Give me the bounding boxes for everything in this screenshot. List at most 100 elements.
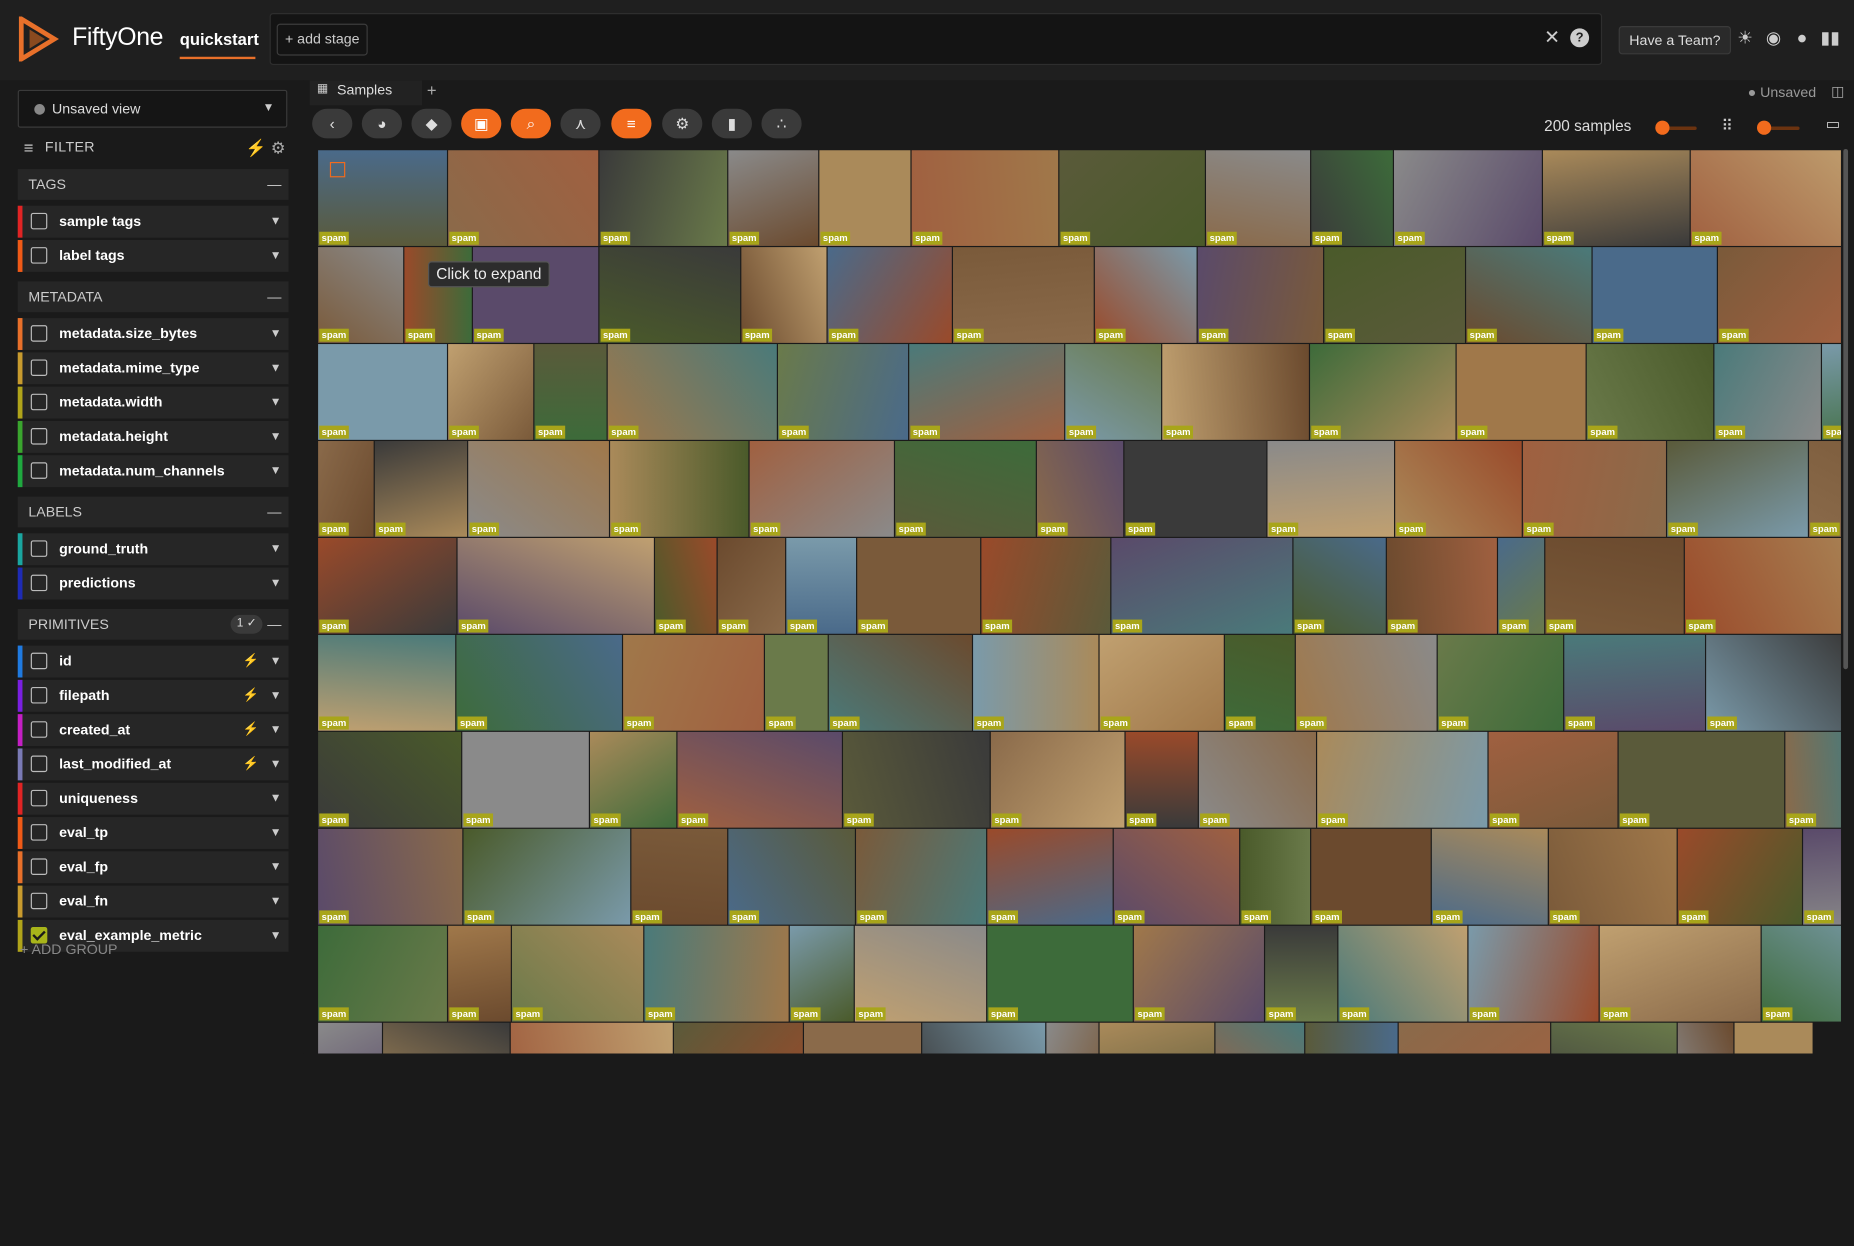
sample-tile[interactable]: spam xyxy=(1324,247,1465,343)
sample-tile[interactable]: spam xyxy=(1317,731,1488,828)
field-checkbox[interactable] xyxy=(30,462,48,479)
sample-tile[interactable]: spam xyxy=(1717,247,1841,343)
sample-tile[interactable]: spam xyxy=(677,731,842,828)
zoom-slider-knob[interactable] xyxy=(1655,120,1670,135)
add-panel-button[interactable]: + xyxy=(427,80,437,99)
sample-tile[interactable]: spam xyxy=(457,537,654,634)
sidebar-toggle-icon[interactable]: ▭ xyxy=(1826,115,1841,134)
grid-size-slider[interactable] xyxy=(1757,120,1800,135)
field-last-modified-at[interactable]: last_modified_at ⚡ ▼ xyxy=(17,748,289,781)
zoom-slider[interactable] xyxy=(1655,120,1697,135)
gear-icon[interactable]: ⚙ xyxy=(271,138,286,158)
sample-tile[interactable]: spam xyxy=(828,634,972,731)
sample-tile[interactable]: spam xyxy=(655,537,717,634)
grid-size-icon[interactable]: ⠿ xyxy=(1722,117,1733,136)
layout-icon[interactable]: ◫ xyxy=(1831,83,1844,100)
field-checkbox[interactable] xyxy=(30,359,48,376)
sample-tile[interactable]: spam xyxy=(1488,731,1618,828)
dataset-name[interactable]: quickstart xyxy=(180,30,259,49)
sample-tile[interactable] xyxy=(1734,1022,1813,1054)
sample-tile[interactable]: spam xyxy=(1714,344,1821,440)
sample-tile[interactable]: spam xyxy=(448,925,511,1022)
sample-tile[interactable]: spam xyxy=(1785,731,1841,828)
chevron-down-icon[interactable]: ▼ xyxy=(270,352,282,384)
group-header-metadata[interactable]: METADATA — xyxy=(17,281,289,313)
sample-tile[interactable]: spam xyxy=(1684,537,1841,634)
field-checkbox[interactable] xyxy=(30,858,48,875)
field-metadata-mime-type[interactable]: metadata.mime_type ▼ xyxy=(17,352,289,385)
chevron-down-icon[interactable]: ▼ xyxy=(270,387,282,419)
collapse-icon[interactable]: — xyxy=(267,281,281,312)
sample-tile[interactable]: spam xyxy=(448,344,534,440)
sample-tile[interactable]: spam xyxy=(819,150,911,246)
sample-tile[interactable]: spam xyxy=(1498,537,1545,634)
sample-tile[interactable]: spam xyxy=(843,731,990,828)
sample-tile[interactable]: spam xyxy=(1267,441,1395,537)
chevron-down-icon[interactable]: ▼ xyxy=(270,421,282,453)
chevron-down-icon[interactable]: ▼ xyxy=(270,455,282,487)
sample-tile[interactable]: spam xyxy=(749,441,894,537)
field-checkbox[interactable] xyxy=(30,428,48,445)
sample-tile[interactable]: spam xyxy=(448,150,599,246)
sample-tile[interactable]: spam xyxy=(911,150,1059,246)
sample-tile[interactable]: spam xyxy=(456,634,622,731)
clear-stages-icon[interactable]: ✕ xyxy=(1544,26,1560,50)
back-button[interactable]: ‹ xyxy=(312,108,353,139)
group-header-tags[interactable]: TAGS — xyxy=(17,169,289,200)
sample-tile[interactable] xyxy=(1551,1022,1677,1054)
sample-tile[interactable] xyxy=(1099,1022,1215,1054)
discord-icon[interactable]: ◉ xyxy=(1763,28,1784,49)
sample-tile[interactable] xyxy=(922,1022,1046,1054)
sample-tile[interactable]: spam xyxy=(1809,441,1841,537)
sample-tile[interactable]: spam xyxy=(952,247,1094,343)
sample-tile[interactable]: spam xyxy=(318,634,456,731)
sample-tile[interactable]: spam xyxy=(1395,441,1522,537)
group-header-labels[interactable]: LABELS — xyxy=(17,496,289,528)
sample-tile[interactable]: spam xyxy=(1667,441,1808,537)
collapse-icon[interactable]: — xyxy=(267,169,281,200)
field-checkbox[interactable] xyxy=(30,212,48,230)
add-stage-button[interactable]: + add stage xyxy=(276,23,368,56)
field-id[interactable]: id ⚡ ▼ xyxy=(17,645,289,678)
search-icon[interactable]: ⌕ xyxy=(510,108,551,139)
sample-tile[interactable]: spam xyxy=(1386,537,1497,634)
chevron-down-icon[interactable]: ▼ xyxy=(270,714,282,746)
sample-tile[interactable]: spam xyxy=(318,731,462,828)
sample-tile[interactable] xyxy=(318,1022,382,1054)
sample-tile[interactable]: spam xyxy=(1690,150,1841,246)
sample-tile[interactable]: spam xyxy=(1338,925,1468,1022)
field-checkbox[interactable] xyxy=(30,755,48,773)
sample-tile[interactable]: spam xyxy=(1456,344,1586,440)
sample-tile[interactable]: spam xyxy=(856,828,987,925)
sample-tile[interactable]: spam xyxy=(1548,828,1677,925)
sample-tile[interactable]: spam xyxy=(599,247,741,343)
collapse-icon[interactable]: — xyxy=(267,609,281,640)
field-sample-tags[interactable]: sample tags ▼ xyxy=(17,205,289,238)
chevron-down-icon[interactable]: ▼ xyxy=(270,646,282,678)
field-checkbox[interactable] xyxy=(30,789,48,807)
field-eval-fp[interactable]: eval_fp ▼ xyxy=(17,851,289,884)
sample-tile[interactable]: spam xyxy=(590,731,677,828)
sample-tile[interactable]: spam xyxy=(1545,537,1684,634)
sample-tile[interactable]: spam xyxy=(895,441,1036,537)
lightning-icon[interactable]: ⚡ xyxy=(246,138,267,158)
tag-icon[interactable]: ◆ xyxy=(411,108,452,139)
sample-tile[interactable]: spam xyxy=(1099,634,1224,731)
sample-tile[interactable]: spam xyxy=(1761,925,1841,1022)
sample-tile[interactable]: spam xyxy=(1466,247,1592,343)
sample-tile[interactable] xyxy=(804,1022,922,1054)
chevron-down-icon[interactable]: ▼ xyxy=(270,851,282,883)
sample-tile[interactable]: spam xyxy=(1468,925,1599,1022)
sample-tile[interactable]: spam xyxy=(1437,634,1564,731)
sample-tile[interactable]: spam xyxy=(1059,150,1205,246)
sample-tile[interactable] xyxy=(673,1022,803,1054)
chevron-down-icon[interactable]: ▼ xyxy=(270,920,282,952)
sample-tile[interactable]: spam xyxy=(990,731,1125,828)
sample-tile[interactable]: spam xyxy=(764,634,828,731)
sample-tile[interactable]: spam xyxy=(789,925,854,1022)
color-palette-icon[interactable]: ◕ xyxy=(361,108,403,139)
grid-scrollbar[interactable] xyxy=(1843,148,1849,670)
sample-tile[interactable]: spam xyxy=(1124,441,1267,537)
sample-tile[interactable]: spam xyxy=(1542,150,1690,246)
sample-tile[interactable]: spam xyxy=(728,150,819,246)
